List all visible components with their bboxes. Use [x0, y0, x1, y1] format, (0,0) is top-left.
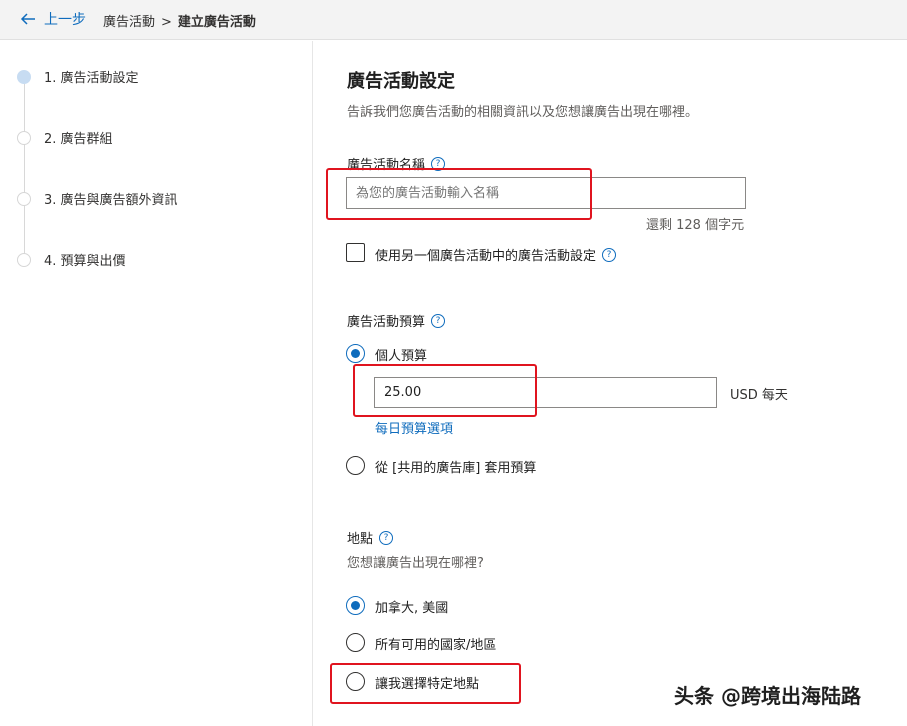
step-4-budget-bidding[interactable]: 4. 預算與出價 — [17, 250, 126, 269]
step-label: 3. 廣告與廣告額外資訊 — [44, 193, 178, 208]
location-label: 地點 ? — [347, 528, 394, 547]
location-all-countries-radio[interactable] — [346, 633, 365, 652]
copy-settings-checkbox[interactable] — [346, 243, 365, 262]
copy-settings-text: 使用另一個廣告活動中的廣告活動設定 — [375, 249, 597, 264]
top-bar: 上一步 廣告活動 > 建立廣告活動 — [0, 0, 907, 40]
question-circle-icon[interactable]: ? — [379, 530, 394, 545]
budget-label: 廣告活動預算 ? — [347, 311, 446, 330]
location-canada-us-label: 加拿大, 美國 — [375, 601, 449, 616]
question-circle-icon[interactable]: ? — [431, 156, 446, 171]
watermark-text: 头条 @跨境出海陆路 — [674, 684, 861, 708]
arrow-left-icon — [20, 13, 35, 25]
location-specific-radio[interactable] — [346, 672, 365, 691]
daily-budget-options-link[interactable]: 每日預算選項 — [375, 418, 453, 437]
location-question: 您想讓廣告出現在哪裡? — [347, 556, 484, 571]
step-indicator — [17, 191, 31, 206]
individual-budget-radio[interactable] — [346, 344, 365, 363]
step-3-ads-extensions[interactable]: 3. 廣告與廣告額外資訊 — [17, 189, 178, 208]
location-label-text: 地點 — [347, 532, 374, 547]
individual-budget-label: 個人預算 — [375, 349, 428, 364]
breadcrumb-separator: > — [161, 15, 172, 30]
question-circle-icon[interactable]: ? — [602, 247, 617, 262]
budget-label-text: 廣告活動預算 — [347, 315, 426, 330]
step-indicator — [17, 252, 31, 267]
character-counter: 還剩 128 個字元 — [646, 218, 745, 233]
budget-unit: USD 每天 — [730, 388, 788, 403]
location-canada-us-radio[interactable] — [346, 596, 365, 615]
location-specific-label: 讓我選擇特定地點 — [375, 677, 480, 692]
question-circle-icon[interactable]: ? — [431, 313, 446, 328]
back-label: 上一步 — [44, 12, 86, 28]
campaign-name-label: 廣告活動名稱 ? — [347, 154, 446, 173]
step-connector-line — [24, 76, 25, 259]
breadcrumb-campaigns[interactable]: 廣告活動 — [103, 15, 155, 30]
location-all-countries-label: 所有可用的國家/地區 — [375, 638, 497, 653]
shared-budget-radio[interactable] — [346, 456, 365, 475]
breadcrumb: 廣告活動 > 建立廣告活動 — [103, 11, 256, 30]
step-sidebar: 1. 廣告活動設定 2. 廣告群組 3. 廣告與廣告額外資訊 4. 預算與出價 — [0, 41, 313, 726]
step-label: 4. 預算與出價 — [44, 254, 126, 269]
breadcrumb-current: 建立廣告活動 — [177, 15, 256, 30]
page-title: 廣告活動設定 — [347, 71, 455, 92]
step-indicator — [17, 130, 31, 145]
budget-amount-input[interactable] — [374, 377, 717, 408]
step-1-campaign-settings[interactable]: 1. 廣告活動設定 — [17, 67, 139, 86]
step-indicator-active — [17, 69, 31, 84]
step-2-ad-groups[interactable]: 2. 廣告群組 — [17, 128, 113, 147]
campaign-name-label-text: 廣告活動名稱 — [347, 158, 426, 173]
step-label: 2. 廣告群組 — [44, 132, 113, 147]
step-label: 1. 廣告活動設定 — [44, 71, 139, 86]
page-subtitle: 告訴我們您廣告活動的相關資訊以及您想讓廣告出現在哪裡。 — [347, 105, 699, 120]
campaign-name-input[interactable] — [346, 177, 746, 209]
back-button[interactable]: 上一步 — [20, 9, 86, 29]
shared-budget-label: 從 [共用的廣告庫] 套用預算 — [375, 461, 537, 476]
copy-settings-label: 使用另一個廣告活動中的廣告活動設定 ? — [375, 245, 617, 264]
